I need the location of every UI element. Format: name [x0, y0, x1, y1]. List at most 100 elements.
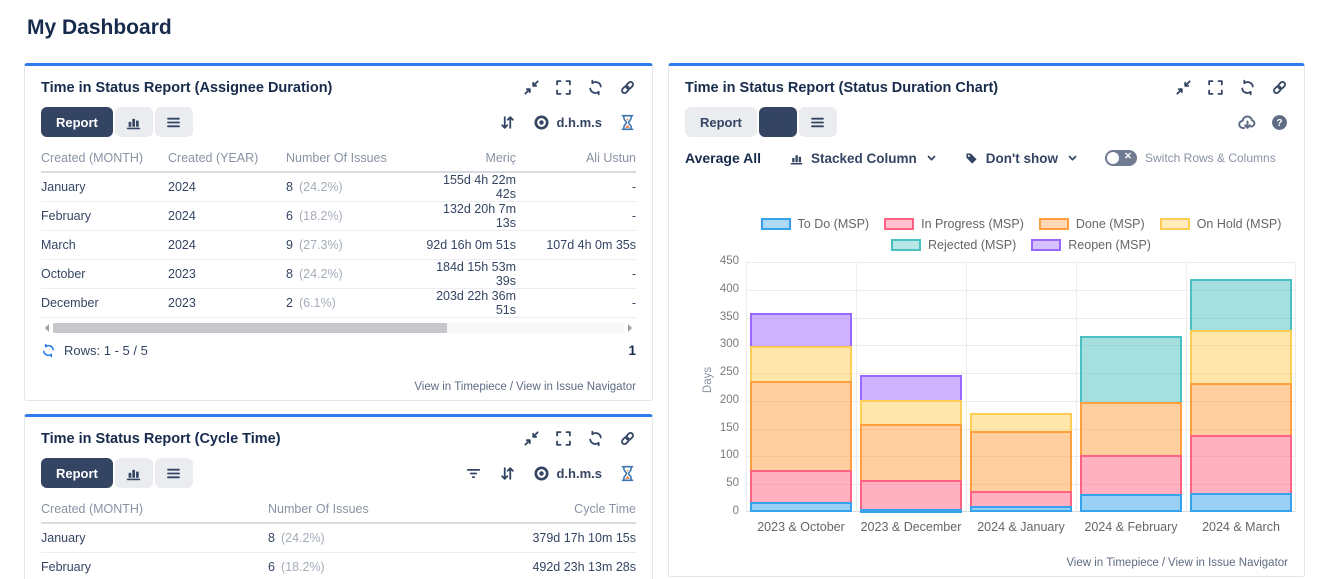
refresh-rows-icon[interactable]: [41, 343, 56, 358]
x-axis-label: 2024 & January: [966, 520, 1076, 534]
toggle-knob: [1107, 152, 1119, 164]
minimize-icon[interactable]: [523, 430, 540, 447]
column-header[interactable]: Created (MONTH): [41, 151, 168, 165]
bar-segment: [1080, 402, 1182, 457]
chart-plot: [746, 262, 1296, 512]
average-all-label[interactable]: Average All: [685, 150, 761, 166]
refresh-icon[interactable]: [587, 79, 604, 96]
chart-view-button[interactable]: [115, 107, 153, 137]
column-header[interactable]: Ali Ustun: [516, 151, 636, 165]
chart-view-button[interactable]: [759, 107, 797, 137]
help-icon[interactable]: [1271, 114, 1288, 131]
legend-item[interactable]: In Progress (MSP): [884, 217, 1024, 231]
legend-item[interactable]: Done (MSP): [1039, 217, 1145, 231]
sort-icon[interactable]: [499, 114, 516, 131]
gridline: [746, 262, 1296, 263]
gadget-title: Time in Status Report (Assignee Duration…: [41, 80, 332, 96]
legend-item[interactable]: Reopen (MSP): [1031, 238, 1151, 252]
list-view-button[interactable]: [155, 458, 193, 488]
refresh-icon[interactable]: [1239, 79, 1256, 96]
legend-label: Rejected (MSP): [928, 238, 1016, 252]
chart-type-dropdown[interactable]: Stacked Column: [789, 151, 936, 166]
gadget-header-actions: [1175, 79, 1288, 96]
column-header[interactable]: Meriç: [426, 151, 516, 165]
view-mode-switcher: Report: [41, 107, 193, 137]
scroll-right-arrow[interactable]: [628, 324, 636, 332]
cell-duration: -: [516, 267, 636, 281]
link-separator: /: [1162, 557, 1165, 569]
bar-segment: [860, 424, 962, 482]
legend-swatch: [1031, 239, 1061, 251]
page-number[interactable]: 1: [628, 343, 636, 358]
link-icon[interactable]: [619, 430, 636, 447]
cell-duration: 107d 4h 0m 35s: [516, 238, 636, 252]
cell-percent: (24.2%): [299, 180, 343, 194]
view-in-issue-navigator-link[interactable]: View in Issue Navigator: [516, 381, 636, 393]
minimize-icon[interactable]: [523, 79, 540, 96]
list-view-button[interactable]: [799, 107, 837, 137]
list-view-button[interactable]: [155, 107, 193, 137]
hourglass-icon[interactable]: [619, 114, 636, 131]
refresh-icon[interactable]: [587, 430, 604, 447]
legend-item[interactable]: To Do (MSP): [761, 217, 870, 231]
switch-rows-columns-toggle[interactable]: ✕: [1105, 150, 1137, 166]
cell-percent: (27.3%): [299, 238, 343, 252]
y-axis-tick: 100: [703, 449, 739, 461]
cell-issues: 8(24.2%): [268, 531, 448, 545]
cell-month: December: [41, 296, 168, 310]
bar-segment: [750, 381, 852, 472]
view-in-timepiece-link[interactable]: View in Timepiece: [1066, 557, 1158, 569]
column-header[interactable]: Created (MONTH): [41, 502, 268, 516]
column-header[interactable]: Created (YEAR): [168, 151, 286, 165]
cell-duration: 132d 20h 7m 13s: [426, 202, 516, 230]
table-row: January 8(24.2%) 379d 17h 10m 15s: [41, 524, 636, 553]
report-view-button[interactable]: Report: [41, 458, 113, 488]
link-icon[interactable]: [619, 79, 636, 96]
view-in-timepiece-link[interactable]: View in Timepiece: [414, 381, 506, 393]
view-in-issue-navigator-link[interactable]: View in Issue Navigator: [1168, 557, 1288, 569]
link-icon[interactable]: [1271, 79, 1288, 96]
legend-swatch: [884, 218, 914, 230]
download-icon[interactable]: [1238, 113, 1257, 132]
x-axis-label: 2023 & October: [746, 520, 856, 534]
cell-issues: 8(24.2%): [286, 180, 426, 194]
cell-year: 2024: [168, 180, 286, 194]
menu-icon: [809, 114, 826, 131]
y-axis: 050100150200250300350400450: [703, 262, 739, 512]
scrollbar-thumb[interactable]: [53, 323, 447, 333]
view-mode-switcher: Report: [41, 458, 193, 488]
time-format-selector[interactable]: d.h.m.s: [533, 114, 602, 131]
column-header[interactable]: Number Of Issues: [268, 502, 448, 516]
horizontal-scrollbar[interactable]: [41, 323, 636, 333]
cell-duration: 492d 23h 13m 28s: [448, 560, 636, 574]
hourglass-icon[interactable]: [619, 465, 636, 482]
scrollbar-track[interactable]: [53, 323, 624, 333]
fullscreen-icon[interactable]: [1207, 79, 1224, 96]
report-view-button[interactable]: Report: [41, 107, 113, 137]
toggle-off-x: ✕: [1124, 151, 1132, 162]
bar-segment: [1080, 494, 1182, 512]
filter-icon[interactable]: [465, 465, 482, 482]
minimize-icon[interactable]: [1175, 79, 1192, 96]
scroll-left-arrow[interactable]: [41, 324, 49, 332]
legend-item[interactable]: Rejected (MSP): [891, 238, 1016, 252]
legend-item[interactable]: On Hold (MSP): [1160, 217, 1282, 231]
fullscreen-icon[interactable]: [555, 430, 572, 447]
fullscreen-icon[interactable]: [555, 79, 572, 96]
column-header[interactable]: Cycle Time: [448, 502, 636, 516]
time-format-selector[interactable]: d.h.m.s: [533, 465, 602, 482]
column-header[interactable]: Number Of Issues: [286, 151, 426, 165]
cell-issues: 8(24.2%): [286, 267, 426, 281]
labels-dropdown[interactable]: Don't show: [964, 151, 1077, 166]
gadget-title: Time in Status Report (Status Duration C…: [685, 80, 998, 96]
cell-year: 2023: [168, 296, 286, 310]
chart-type-value: Stacked Column: [811, 151, 917, 166]
bar-segment: [1190, 493, 1292, 512]
cell-issues: 2(6.1%): [286, 296, 426, 310]
report-view-button[interactable]: Report: [685, 107, 757, 137]
x-axis-label: 2024 & March: [1186, 520, 1296, 534]
bar-segment: [860, 375, 962, 402]
chart-view-button[interactable]: [115, 458, 153, 488]
sort-icon[interactable]: [499, 465, 516, 482]
cell-year: 2024: [168, 209, 286, 223]
